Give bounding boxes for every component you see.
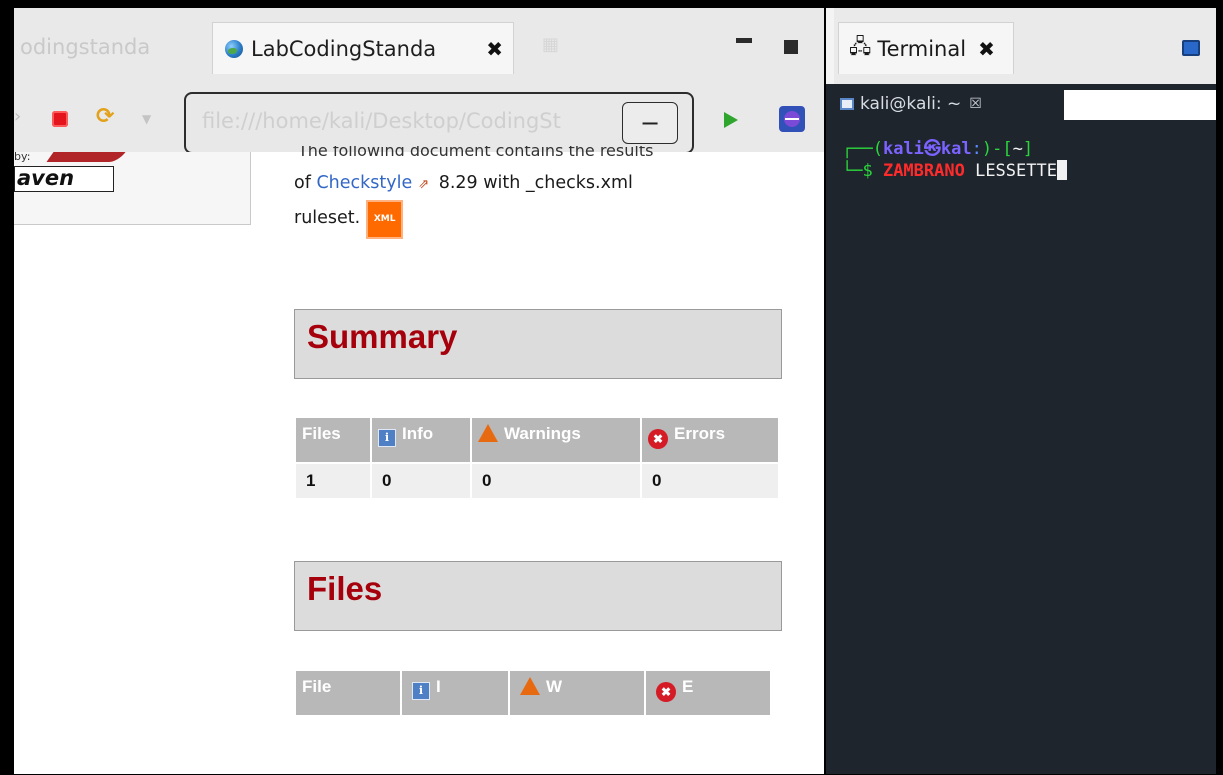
table-header-row: File iI W ✖ E <box>296 671 770 715</box>
maven-feather-logo <box>46 152 126 162</box>
summary-title: Summary <box>307 318 458 355</box>
prompt-line-1: ┌──(kali㉿kal:)-[~] <box>842 139 1034 159</box>
globe-icon <box>225 39 243 58</box>
terminal-cursor <box>1056 160 1067 180</box>
column-header-w: W <box>510 671 644 715</box>
screen-icon <box>840 98 854 110</box>
maven-banner: by: aven <box>14 150 251 225</box>
files-title: Files <box>307 570 383 607</box>
table-row: 1 0 0 0 <box>296 464 778 498</box>
error-icon: ✖ <box>648 429 668 449</box>
intro-text-cut: The following document contains the resu… <box>298 146 654 156</box>
argument-text: LESSETTE <box>964 161 1057 181</box>
xml-feed-badge[interactable]: XML <box>365 200 404 239</box>
maven-by-text: by: <box>14 150 31 163</box>
url-input[interactable]: file:///home/kali/Desktop/CodingSt <box>202 109 622 133</box>
cell-errors: 0 <box>642 464 778 498</box>
refresh-icon[interactable]: ⟳ <box>96 104 114 129</box>
tab-labcodingstandard-active[interactable]: LabCodingStanda ✖ <box>212 22 514 74</box>
cell-info: 0 <box>372 464 470 498</box>
column-header-e: ✖ E <box>646 671 770 715</box>
column-header-warnings: Warnings <box>472 418 640 462</box>
summary-section-header: Summary <box>294 309 782 379</box>
intro-text: of <box>294 173 317 193</box>
terminal-pane: 🖧 Terminal ✖ kali@kali: ~ ☒ ┌──(kali㉿kal… <box>826 8 1216 774</box>
stop-icon[interactable] <box>52 111 68 127</box>
tab-terminal[interactable]: 🖧 Terminal ✖ <box>838 22 1014 74</box>
column-header-info: i Info <box>372 418 470 462</box>
session-close-icon[interactable]: ☒ <box>969 96 982 112</box>
session-tab-filler <box>1064 90 1216 120</box>
files-table: File iI W ✖ E <box>294 669 772 717</box>
tab-label: LabCodingStanda <box>251 36 437 61</box>
column-header-errors: ✖ Errors <box>642 418 778 462</box>
chevron-down-icon[interactable]: ▼ <box>142 112 151 126</box>
files-section-header: Files <box>294 561 782 631</box>
url-bar[interactable]: file:///home/kali/Desktop/CodingSt − <box>184 92 694 154</box>
checkstyle-link[interactable]: Checkstyle <box>316 173 412 193</box>
close-icon[interactable]: ✖ <box>486 37 503 61</box>
prompt-line-2: └─$ ZAMBRANO LESSETTE <box>842 160 1067 181</box>
external-link-icon: ⇗ <box>418 177 430 192</box>
column-header-i: iI <box>402 671 508 715</box>
warning-icon <box>520 677 540 695</box>
error-icon: ✖ <box>656 682 676 702</box>
tab-codingstandard-inactive[interactable]: odingstanda <box>14 22 212 72</box>
intro-text: ruleset. <box>294 208 361 228</box>
editor-tab-bar: odingstanda LabCodingStanda ✖ ▦ <box>14 8 824 84</box>
tab-label: odingstanda <box>20 35 151 59</box>
play-icon[interactable] <box>724 112 738 128</box>
terminal-tab-bar: 🖧 Terminal ✖ <box>826 8 1216 84</box>
tab-label: Terminal <box>877 36 967 61</box>
checkstyle-report-page: by: aven The following document contains… <box>14 146 824 774</box>
tab-overflow-icon[interactable]: ▦ <box>542 34 559 55</box>
intro-text: 8.29 with _checks.xml <box>433 173 633 193</box>
intro-paragraph: of Checkstyle ⇗ 8.29 with _checks.xml rul… <box>294 168 764 239</box>
cell-files: 1 <box>296 464 370 498</box>
back-chevron-icon[interactable]: › <box>14 106 21 127</box>
warning-icon <box>478 424 498 442</box>
maximize-button[interactable] <box>784 40 798 54</box>
info-icon: i <box>412 682 430 700</box>
info-icon: i <box>378 429 396 447</box>
session-label: kali@kali: ~ <box>860 94 962 114</box>
minimize-button[interactable] <box>736 38 752 43</box>
column-header-file: File <box>296 671 400 715</box>
browser-editor-pane: odingstanda LabCodingStanda ✖ ▦ › ⟳ ▼ fi… <box>14 8 824 774</box>
column-header-files: Files <box>296 418 370 462</box>
close-icon[interactable]: ✖ <box>978 37 995 61</box>
table-header-row: Files i Info Warnings ✖ Errors <box>296 418 778 462</box>
cell-warnings: 0 <box>472 464 640 498</box>
terminal-session-tab[interactable]: kali@kali: ~ ☒ <box>834 90 982 118</box>
summary-table: Files i Info Warnings ✖ Errors 1 0 0 0 <box>294 416 780 500</box>
open-external-browser-icon[interactable] <box>779 106 805 132</box>
maven-logo[interactable]: aven <box>14 166 114 192</box>
terminal-console[interactable]: kali@kali: ~ ☒ ┌──(kali㉿kal:)-[~] └─$ ZA… <box>834 84 1216 774</box>
url-collapse-button[interactable]: − <box>622 102 678 144</box>
command-text: ZAMBRANO <box>882 161 965 181</box>
open-terminal-icon[interactable] <box>1182 40 1200 56</box>
terminal-icon: 🖧 <box>849 33 872 58</box>
